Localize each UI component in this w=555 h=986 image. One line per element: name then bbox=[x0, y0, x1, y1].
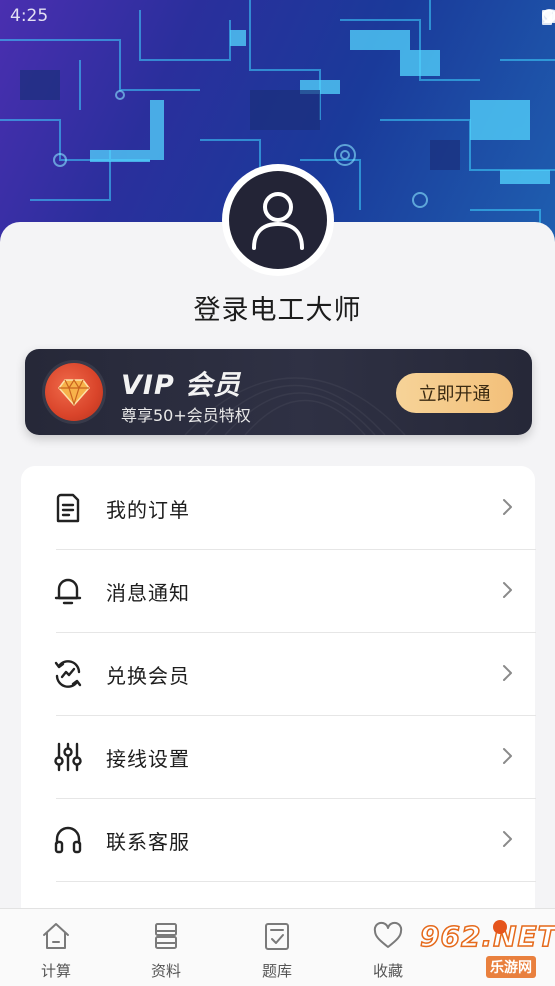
menu-item-label: 兑换会员 bbox=[106, 664, 190, 688]
vip-subtitle: 尊享50+会员特权 bbox=[121, 406, 251, 425]
chevron-right-icon bbox=[503, 831, 512, 847]
tab-label: 题库 bbox=[261, 962, 292, 980]
headset-icon bbox=[54, 826, 82, 854]
watermark-brand: 962.NET bbox=[419, 919, 555, 954]
chevron-right-icon bbox=[503, 748, 512, 764]
battery-icon bbox=[542, 10, 552, 25]
home-icon bbox=[43, 923, 69, 949]
menu-list: 我的订单 消息通知 兑换会员 接线设置 联系客服 bbox=[21, 466, 536, 926]
menu-item-label: 我的订单 bbox=[106, 498, 190, 522]
status-bar: 4:25 bbox=[0, 0, 555, 34]
tab-label: 计算 bbox=[40, 962, 71, 980]
menu-item-redeem-membership[interactable]: 兑换会员 bbox=[21, 632, 535, 715]
menu-item-label: 消息通知 bbox=[106, 581, 190, 605]
diamond-icon bbox=[58, 378, 90, 407]
heart-icon bbox=[373, 921, 403, 948]
tab-calculate[interactable]: 计算 bbox=[1, 909, 111, 986]
menu-item-label: 接线设置 bbox=[106, 747, 190, 771]
vip-open-button[interactable]: 立即开通 bbox=[396, 373, 513, 413]
menu-item-label: 联系客服 bbox=[106, 830, 190, 854]
tab-materials[interactable]: 资料 bbox=[111, 909, 221, 986]
vip-badge bbox=[45, 363, 103, 421]
sliders-icon bbox=[54, 742, 82, 772]
user-icon bbox=[252, 192, 304, 250]
menu-item-notifications[interactable]: 消息通知 bbox=[21, 549, 535, 632]
avatar[interactable] bbox=[229, 171, 327, 269]
watermark-site: 乐游网 bbox=[486, 956, 536, 978]
watermark-dot bbox=[493, 920, 507, 934]
checklist-icon bbox=[265, 923, 289, 950]
bell-icon bbox=[54, 578, 82, 605]
chevron-right-icon bbox=[503, 499, 512, 515]
menu-item-customer-service[interactable]: 联系客服 bbox=[21, 798, 535, 881]
vip-banner[interactable]: VIP 会员 尊享50+会员特权 立即开通 bbox=[25, 349, 532, 435]
chevron-right-icon bbox=[503, 665, 512, 681]
tab-label: 资料 bbox=[150, 962, 181, 980]
tab-question-bank[interactable]: 题库 bbox=[222, 909, 332, 986]
login-prompt[interactable]: 登录电工大师 bbox=[0, 288, 555, 327]
divider bbox=[56, 881, 536, 882]
chevron-right-icon bbox=[503, 582, 512, 598]
order-icon bbox=[56, 493, 80, 523]
storage-icon bbox=[155, 923, 177, 949]
exchange-icon bbox=[54, 660, 82, 688]
vip-title: VIP 会员 bbox=[121, 370, 242, 401]
menu-item-orders[interactable]: 我的订单 bbox=[21, 466, 535, 549]
site-watermark: 962.NET 乐游网 bbox=[419, 919, 555, 980]
status-time: 4:25 bbox=[10, 6, 49, 26]
menu-item-wiring-settings[interactable]: 接线设置 bbox=[21, 715, 535, 798]
